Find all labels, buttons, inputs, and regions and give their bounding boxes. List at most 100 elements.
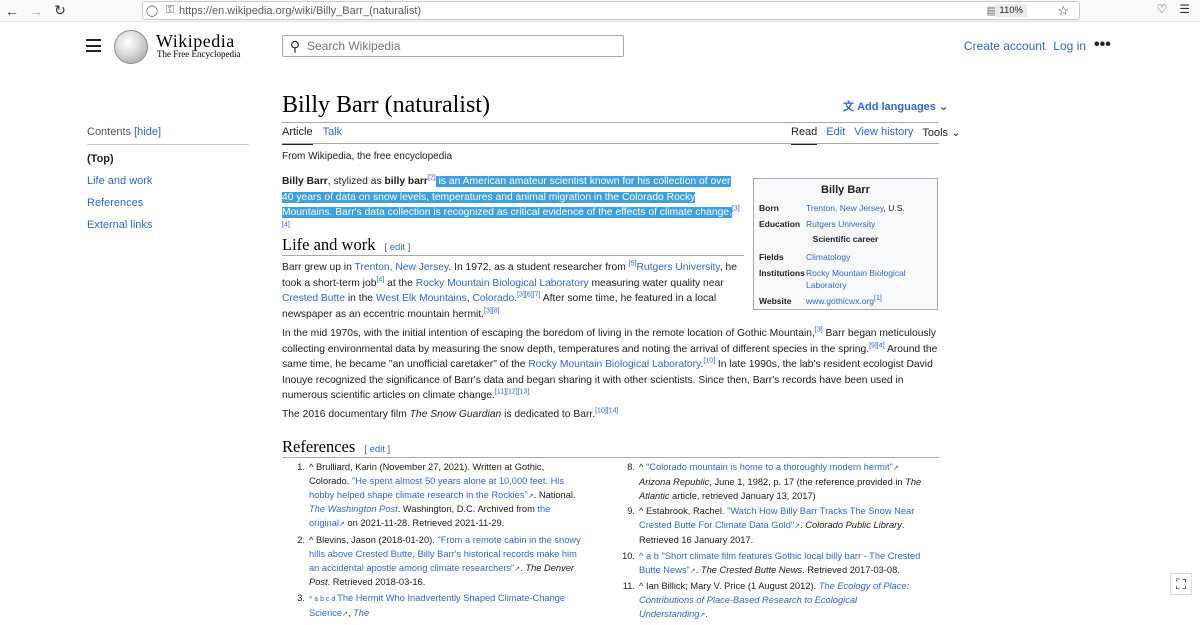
reference-publication: Colorado Public Library: [805, 520, 902, 531]
url-text[interactable]: https://en.wikipedia.org/wiki/Billy_Barr…: [179, 5, 421, 17]
text: measuring water quality near: [588, 277, 724, 289]
subject-stylized-name: billy barr: [384, 176, 428, 187]
pocket-icon[interactable]: ♡: [1156, 2, 1167, 16]
text: in the: [344, 293, 376, 304]
film-title: The Snow Guardian: [409, 409, 502, 420]
toc-item-top[interactable]: (Top): [87, 149, 249, 171]
toc-item-references[interactable]: References: [87, 197, 143, 209]
reference-text: .: [705, 608, 708, 619]
text: . In 1972, as a student researcher from: [448, 262, 629, 273]
intro-paragraph: Billy Barr, stylized as billy barr[2] is…: [282, 174, 742, 236]
link[interactable]: Rutgers University: [636, 262, 719, 273]
reference-publication: The: [353, 607, 370, 618]
edit-section-link[interactable]: edit: [390, 242, 405, 253]
citation[interactable]: [11][12][13]: [495, 389, 530, 396]
life-paragraph-2: In the mid 1970s, with the initial inten…: [282, 326, 938, 401]
create-account-link[interactable]: Create account: [964, 39, 1045, 53]
link[interactable]: Rocky Mountain Biological Laboratory: [416, 278, 589, 289]
link[interactable]: Rocky Mountain Biological Laboratory: [528, 359, 700, 370]
toc-hide-link[interactable]: [hide]: [134, 126, 161, 138]
citation[interactable]: [10][14]: [595, 408, 618, 415]
citation[interactable]: [3][6][7]: [517, 292, 540, 299]
main-menu-icon[interactable]: [86, 39, 101, 52]
language-icon: 文: [843, 101, 854, 113]
infobox-label: Institutions: [759, 268, 805, 278]
heading-text: References: [282, 437, 356, 456]
text: is dedicated to Barr.: [501, 409, 596, 420]
infobox-fields-link[interactable]: Climatology: [806, 252, 850, 262]
zoom-level[interactable]: 110%: [995, 4, 1027, 17]
infobox: Billy Barr Born Trenton, New Jersey, U.S.…: [753, 178, 938, 310]
text: The 2016 documentary film: [282, 409, 410, 420]
infobox-subheader: Scientific career: [812, 234, 879, 244]
infobox-website-link[interactable]: www.gothicwx.org: [806, 296, 874, 306]
reference-item: 3. ^ a b c d The Hermit Who Inadvertently…: [287, 592, 585, 622]
edit-section-link[interactable]: edit: [370, 444, 385, 455]
text: Barr grew up in: [282, 262, 355, 273]
life-paragraph-1: Barr grew up in Trenton, New Jersey. In …: [282, 260, 737, 320]
reference-item: 9. ^ Estabrook, Rachel. "Watch How Billy …: [617, 505, 927, 547]
wikipedia-globe-logo[interactable]: [114, 30, 148, 64]
infobox-label: Fields: [759, 252, 784, 262]
reference-number: 8.: [627, 462, 635, 472]
reload-icon[interactable]: ↻: [48, 0, 72, 22]
bookmark-star-icon[interactable]: ☆: [1057, 3, 1069, 19]
reference-publication: Arizona Republic: [639, 476, 710, 487]
toc-item-life-and-work[interactable]: Life and work: [87, 175, 152, 187]
section-heading-references: References[ edit ]: [282, 437, 391, 456]
reference-text: . Retrieved 2017-03-08.: [802, 564, 900, 575]
toc-item-external-links[interactable]: External links: [87, 219, 152, 231]
infobox-label: Education: [759, 219, 801, 229]
reference-item: 8. ^ "Colorado mountain is home to a thor…: [617, 461, 927, 503]
section-divider: [282, 457, 939, 458]
menu-icon[interactable]: ☰: [1179, 2, 1190, 16]
reference-text: . Retrieved 2018-03-16.: [327, 577, 426, 588]
reference-text: ^ Estabrook, Rachel.: [639, 506, 728, 517]
reference-item: 2. ^ Blevins, Jason (2018-01-20). "From a…: [287, 534, 585, 590]
reference-link[interactable]: "Colorado mountain is home to a thorough…: [646, 462, 893, 472]
site-subtitle: From Wikipedia, the free encyclopedia: [282, 151, 453, 162]
citation[interactable]: [10]: [703, 358, 715, 365]
reference-text: ^ a b: [639, 550, 662, 561]
infobox-institutions-link[interactable]: Rocky Mountain Biological Laboratory: [806, 268, 906, 290]
reference-item: 11. ^ Ian Billick; Mary V. Price (1 Augus…: [617, 580, 927, 622]
forward-icon[interactable]: →: [24, 0, 48, 22]
reference-link[interactable]: The Washington Post: [309, 504, 398, 514]
link[interactable]: West Elk Mountains: [376, 293, 467, 304]
more-options-icon[interactable]: •••: [1094, 36, 1111, 54]
link[interactable]: Colorado: [472, 293, 514, 304]
references-list-left: 1. ^ Brulliard, Karin (November 27, 2021)…: [287, 461, 585, 624]
citation[interactable]: [3][8]: [484, 307, 500, 314]
wikipedia-tagline: The Free Encyclopedia: [157, 49, 241, 59]
fullscreen-icon[interactable]: ⛶: [1170, 573, 1192, 595]
search-input[interactable]: ⚲ Search Wikipedia: [282, 35, 624, 57]
chevron-down-icon: ⌄: [948, 127, 961, 139]
add-languages-label: Add languages: [857, 101, 936, 113]
infobox-education-link[interactable]: Rutgers University: [806, 219, 875, 229]
login-link[interactable]: Log in: [1053, 39, 1086, 53]
citation[interactable]: [3]: [815, 327, 823, 334]
infobox-born-link[interactable]: Trenton, New Jersey: [806, 203, 883, 213]
reference-number: 11.: [622, 581, 635, 592]
back-icon[interactable]: ←: [0, 0, 24, 22]
reference-text: , June 1, 1982, p. 17 (the reference pro…: [709, 476, 906, 487]
text: at the: [384, 277, 416, 289]
link[interactable]: Crested Butte: [282, 293, 345, 304]
add-languages-button[interactable]: 文 Add languages ⌄: [843, 98, 948, 114]
citation[interactable]: [9][4]: [869, 342, 885, 349]
reference-publication: The Crested Butte News: [700, 564, 803, 575]
citation[interactable]: [2]: [428, 175, 436, 182]
citation[interactable]: [1]: [874, 295, 882, 302]
search-icon: ⚲: [289, 37, 301, 54]
tools-label: Tools: [922, 127, 949, 139]
reference-number: 2.: [297, 534, 305, 545]
text: In the mid 1970s, with the initial inten…: [282, 328, 815, 339]
intro-text: , stylized as: [327, 176, 385, 187]
link[interactable]: Trenton, New Jersey: [355, 262, 449, 273]
reference-text: ^ Blevins, Jason (2018-01-20).: [309, 534, 438, 545]
browser-toolbar: ← → ↻ ◯ ⚿ https://en.wikipedia.org/wiki/…: [0, 0, 1200, 22]
url-bar[interactable]: ◯ ⚿ https://en.wikipedia.org/wiki/Billy_…: [142, 1, 1080, 20]
title-divider: [282, 122, 939, 123]
infobox-title: Billy Barr: [821, 184, 870, 196]
page-title: Billy Barr (naturalist): [282, 92, 490, 118]
